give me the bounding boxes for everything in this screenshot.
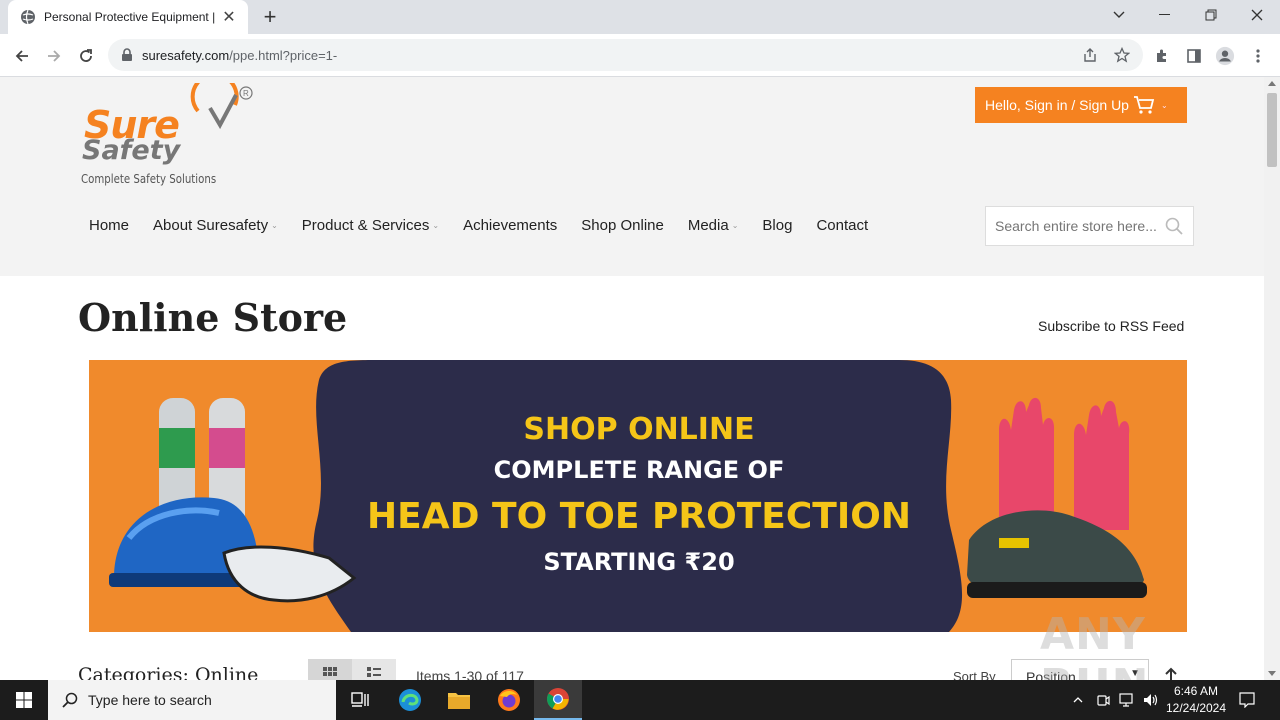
- back-button[interactable]: [8, 42, 36, 70]
- scrollbar-thumb[interactable]: [1267, 93, 1277, 167]
- nav-blog[interactable]: Blog: [762, 217, 792, 234]
- chevron-down-icon: ⌄: [432, 221, 440, 230]
- browser-tab-strip: Personal Protective Equipment | ✕ +: [0, 0, 1280, 34]
- lock-icon: [122, 48, 132, 61]
- minimize-button[interactable]: [1142, 0, 1188, 30]
- clock-time: 6:46 AM: [1173, 684, 1219, 698]
- nav-label: Achievements: [463, 217, 558, 234]
- nav-label: About Suresafety: [153, 217, 269, 234]
- logo-word-safety: Safety: [82, 135, 181, 166]
- meet-now-icon[interactable]: [1092, 680, 1114, 720]
- cart-icon: [1133, 96, 1155, 114]
- nav-shop-online[interactable]: Shop Online: [581, 217, 664, 234]
- url-path: /ppe.html?price=1-: [229, 47, 338, 63]
- nav-about[interactable]: About Suresafety ⌄: [153, 217, 278, 234]
- svg-text:R: R: [243, 89, 249, 98]
- file-explorer-icon[interactable]: [435, 680, 483, 720]
- chevron-down-icon: ⌄: [1160, 100, 1168, 110]
- list-view-button[interactable]: [352, 659, 396, 680]
- address-bar[interactable]: suresafety.com/ppe.html?price=1-: [108, 39, 1143, 71]
- share-icon[interactable]: [1082, 47, 1098, 63]
- browser-tab[interactable]: Personal Protective Equipment | ✕: [8, 0, 248, 34]
- windows-taskbar: Type here to search 6:46 AM 12/24/2024: [0, 680, 1280, 720]
- store-search: [985, 206, 1194, 246]
- nav-label: Home: [89, 217, 130, 234]
- system-clock[interactable]: 6:46 AM 12/24/2024: [1160, 683, 1232, 717]
- network-icon[interactable]: [1116, 680, 1138, 720]
- rss-link[interactable]: Subscribe to RSS Feed: [1038, 318, 1184, 334]
- nav-label: Product & Services: [301, 217, 430, 234]
- nav-label: Shop Online: [581, 217, 664, 234]
- reload-button[interactable]: [72, 42, 100, 70]
- chevron-down-icon: ⌄: [271, 221, 278, 230]
- taskbar-search[interactable]: Type here to search: [48, 680, 336, 720]
- new-tab-button[interactable]: +: [258, 4, 282, 29]
- firefox-icon[interactable]: [485, 680, 533, 720]
- logo-tagline: Complete Safety Solutions: [81, 172, 217, 186]
- items-count: Items 1-30 of 117: [416, 668, 524, 680]
- forward-button[interactable]: [40, 42, 68, 70]
- url-host: suresafety.com: [142, 47, 230, 63]
- category-title: Categories: Online: [78, 664, 259, 680]
- side-panel-icon[interactable]: [1184, 46, 1204, 66]
- nav-media[interactable]: Media ⌄: [688, 217, 739, 234]
- banner-line-complete-range: COMPLETE RANGE OF: [493, 456, 785, 484]
- chevron-down-icon: ⌄: [731, 221, 739, 230]
- chrome-icon[interactable]: [534, 680, 582, 720]
- extensions-icon[interactable]: [1152, 46, 1172, 66]
- grid-view-button[interactable]: [308, 659, 352, 680]
- scroll-up-icon[interactable]: [1268, 81, 1276, 86]
- nav-label: Media: [687, 217, 729, 234]
- main-nav: Home About Suresafety ⌄ Product & Service…: [89, 217, 892, 234]
- profile-avatar[interactable]: [1215, 46, 1235, 66]
- banner-line-starting-price: STARTING ₹20: [543, 548, 735, 576]
- site-header: R Sure Safety Complete Safety Solutions …: [0, 77, 1264, 276]
- clock-date: 12/24/2024: [1165, 701, 1227, 715]
- signin-signup-button[interactable]: Hello, Sign in / Sign Up ⌄: [975, 87, 1187, 123]
- nav-products[interactable]: Product & Services ⌄: [302, 217, 439, 234]
- browser-toolbar: suresafety.com/ppe.html?price=1-: [0, 34, 1280, 77]
- nav-achievements[interactable]: Achievements: [463, 217, 557, 234]
- scroll-down-icon[interactable]: [1268, 671, 1276, 676]
- windows-logo-icon: [16, 692, 32, 708]
- search-icon[interactable]: [1165, 217, 1183, 235]
- banner-line-head-to-toe: HEAD TO TOE PROTECTION: [367, 496, 911, 537]
- grid-icon: [323, 667, 337, 676]
- start-button[interactable]: [0, 680, 48, 720]
- globe-icon: [21, 9, 35, 25]
- chevron-up-icon[interactable]: [1068, 680, 1088, 720]
- signin-label: Hello, Sign in / Sign Up: [985, 97, 1129, 113]
- web-page: R Sure Safety Complete Safety Solutions …: [0, 77, 1264, 680]
- volume-icon[interactable]: [1140, 680, 1162, 720]
- restore-button[interactable]: [1188, 0, 1234, 30]
- gloves-shoe-icon: [967, 397, 1147, 598]
- nav-home[interactable]: Home: [89, 217, 129, 234]
- tab-search-icon[interactable]: [1096, 0, 1142, 30]
- tab-close-icon[interactable]: ✕: [220, 8, 238, 26]
- sort-by-label: Sort By: [953, 669, 996, 680]
- close-window-button[interactable]: [1234, 0, 1280, 30]
- nav-label: Contact: [816, 217, 869, 234]
- promo-banner[interactable]: SHOP ONLINE COMPLETE RANGE OF HEAD TO TO…: [89, 360, 1187, 632]
- taskbar-search-placeholder: Type here to search: [88, 692, 212, 708]
- list-icon: [367, 667, 381, 677]
- watermark: ANY RUN: [1040, 609, 1148, 680]
- tab-title: Personal Protective Equipment |: [44, 10, 216, 24]
- page-scrollbar[interactable]: [1264, 77, 1280, 680]
- edge-icon[interactable]: [386, 680, 434, 720]
- nav-contact[interactable]: Contact: [816, 217, 868, 234]
- notifications-icon[interactable]: [1236, 680, 1258, 720]
- task-view-icon[interactable]: [336, 680, 384, 720]
- search-icon: [62, 692, 78, 708]
- banner-line-shop-online: SHOP ONLINE: [523, 412, 755, 447]
- store-search-input[interactable]: [995, 218, 1160, 234]
- nav-label: Blog: [762, 217, 793, 234]
- chrome-menu-icon[interactable]: [1248, 46, 1268, 66]
- bookmark-star-icon[interactable]: [1114, 47, 1130, 63]
- page-title: Online Store: [78, 295, 348, 340]
- site-logo[interactable]: R Sure Safety Complete Safety Solutions: [80, 77, 255, 193]
